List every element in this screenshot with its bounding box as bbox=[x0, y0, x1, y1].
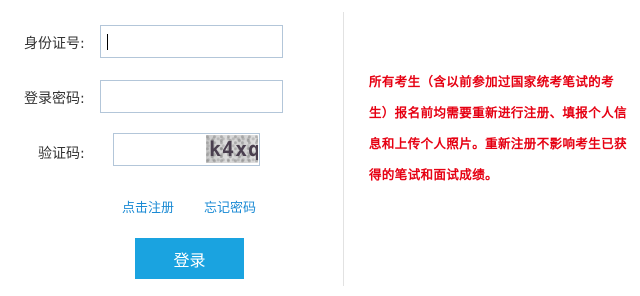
password-label: 登录密码: bbox=[24, 91, 85, 107]
login-button[interactable]: 登录 bbox=[135, 238, 244, 279]
vertical-divider bbox=[343, 12, 344, 286]
captcha-image[interactable]: k4xq bbox=[206, 135, 258, 163]
register-link[interactable]: 点击注册 bbox=[122, 197, 174, 216]
text-caret bbox=[107, 34, 108, 50]
captcha-label: 验证码: bbox=[38, 146, 85, 162]
id-number-input[interactable] bbox=[100, 25, 283, 58]
id-number-label: 身份证号: bbox=[24, 36, 85, 52]
login-page: 身份证号: 登录密码: 验证码: k4xq 点击注册 忘记密码 登录 所有考生（… bbox=[0, 0, 640, 296]
registration-notice: 所有考生（含以前参加过国家统考笔试的考生）报名前均需要重新进行注册、填报个人信息… bbox=[369, 74, 628, 182]
forgot-password-link[interactable]: 忘记密码 bbox=[204, 197, 256, 216]
captcha-image-text: k4xq bbox=[209, 137, 258, 161]
password-input[interactable] bbox=[100, 80, 283, 113]
